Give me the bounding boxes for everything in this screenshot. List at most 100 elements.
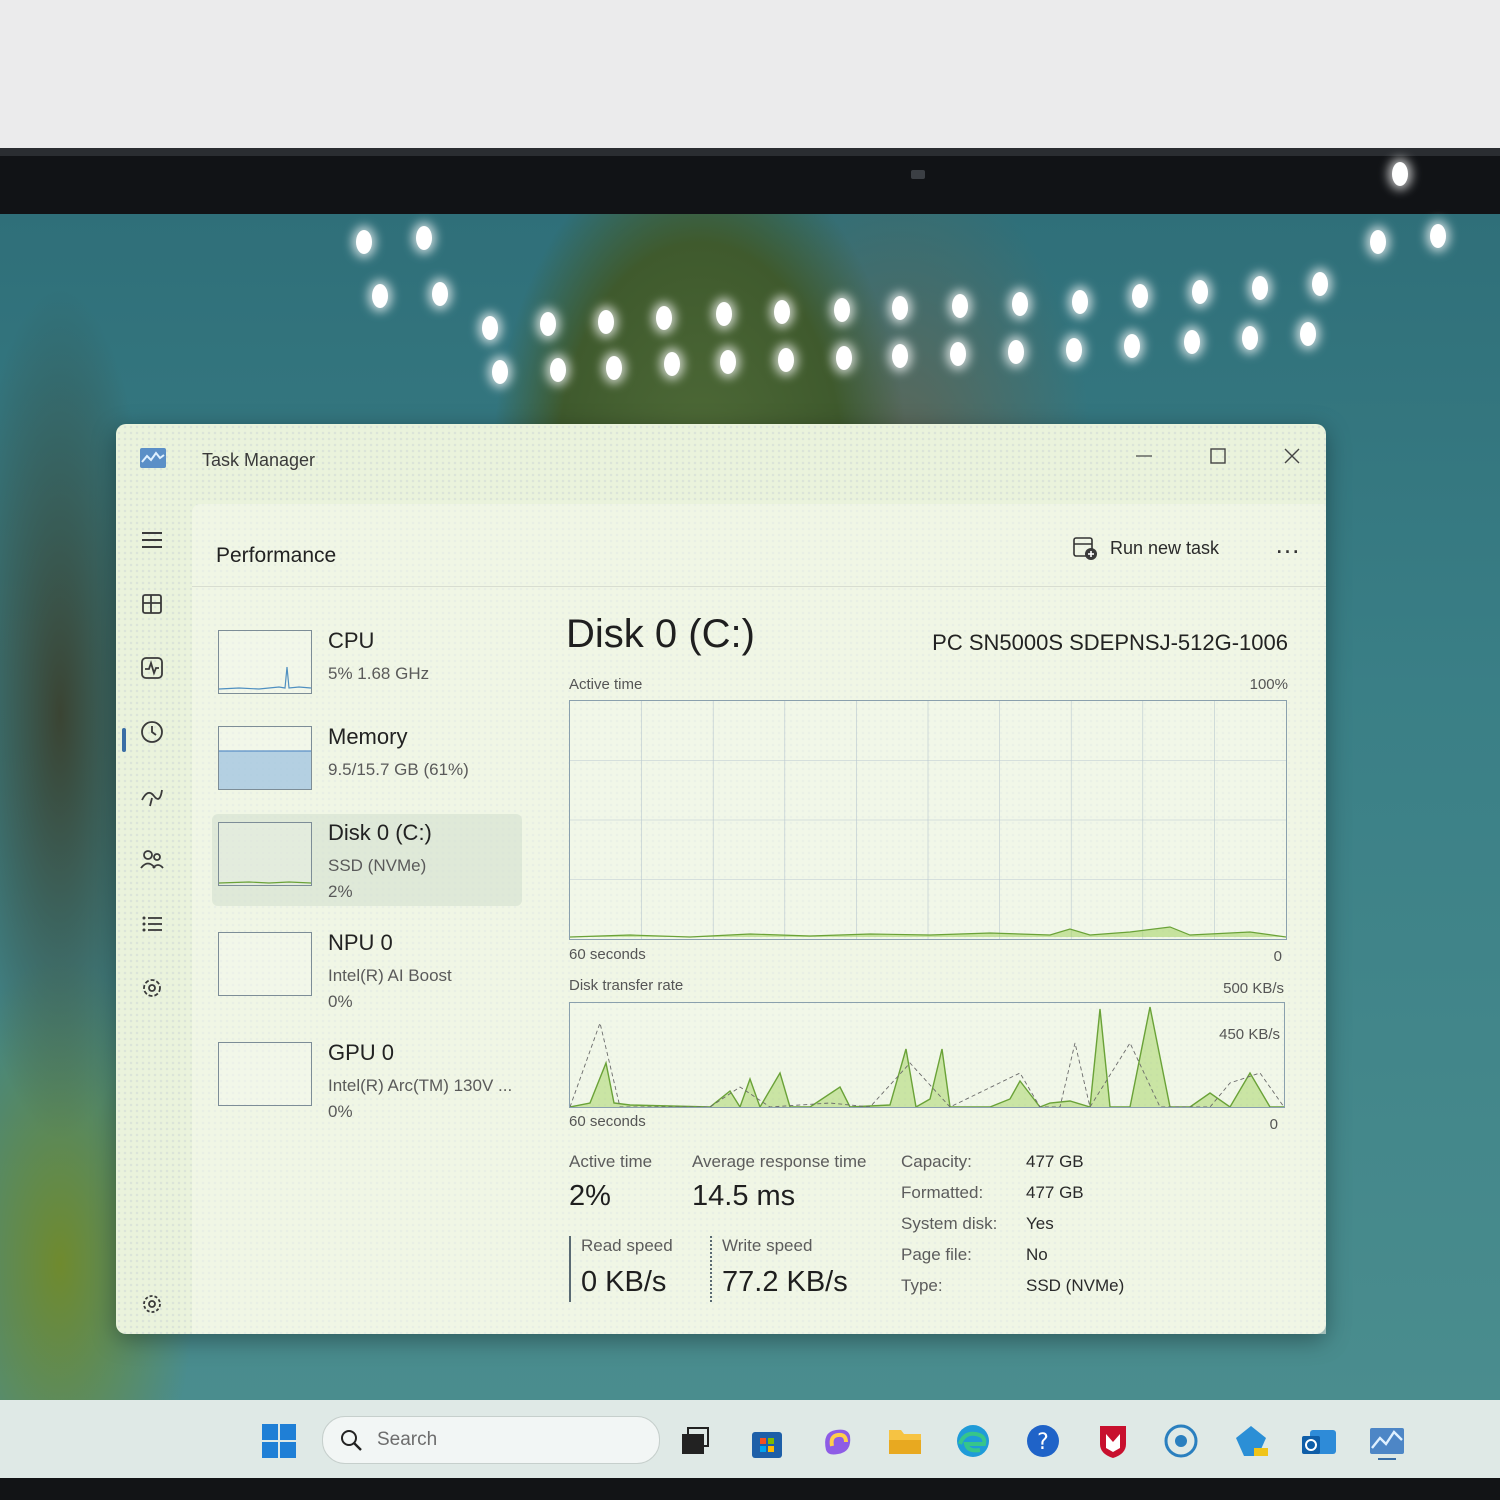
close-button[interactable] — [1272, 438, 1312, 474]
light-reflection — [606, 356, 622, 380]
resource-name: CPU — [328, 628, 375, 653]
services-icon[interactable] — [138, 974, 166, 1002]
resource-detail: Intel(R) AI Boost — [328, 966, 452, 985]
resource-usage: 0% — [328, 1102, 353, 1121]
light-reflection — [664, 352, 680, 376]
light-reflection — [1242, 326, 1258, 350]
light-reflection — [416, 226, 432, 250]
capacity-value: 477 GB — [1026, 1152, 1084, 1171]
light-reflection — [1012, 292, 1028, 316]
app-history-icon[interactable] — [138, 718, 166, 746]
light-reflection — [656, 306, 672, 330]
users-icon[interactable] — [138, 846, 166, 874]
transfer-graph-label: Disk transfer rate — [569, 977, 684, 994]
gpu-thumbnail-graph — [218, 1042, 312, 1106]
light-reflection — [1124, 334, 1140, 358]
app-pre-icon[interactable] — [1232, 1422, 1270, 1460]
file-explorer-icon[interactable] — [886, 1422, 924, 1460]
start-icon[interactable] — [260, 1422, 298, 1460]
avg-response-label: Average response time — [692, 1152, 867, 1171]
resource-item-npu[interactable]: NPU 0 Intel(R) AI Boost 0% — [212, 924, 522, 1016]
more-options-button[interactable]: ... — [1270, 531, 1306, 564]
active-time-graph-max: 100% — [1249, 676, 1288, 693]
light-reflection — [432, 282, 448, 306]
light-reflection — [1184, 330, 1200, 354]
store-icon[interactable] — [748, 1422, 786, 1460]
cpu-thumbnail-graph — [218, 630, 312, 694]
light-reflection — [720, 350, 736, 374]
resource-detail: 5% 1.68 GHz — [328, 664, 430, 683]
write-speed-legend-line — [710, 1236, 712, 1302]
task-manager-icon[interactable] — [1368, 1422, 1406, 1460]
monitor-bezel-bottom — [0, 1478, 1500, 1500]
light-reflection — [1072, 290, 1088, 314]
light-reflection — [952, 294, 968, 318]
avg-response-value: 14.5 ms — [692, 1180, 796, 1212]
edge-icon[interactable] — [954, 1422, 992, 1460]
task-manager-app-icon — [140, 448, 166, 468]
maximize-button[interactable] — [1198, 438, 1238, 474]
search-icon — [341, 1430, 362, 1451]
transfer-graph-span: 60 seconds — [569, 1113, 646, 1130]
detail-title: Disk 0 (C:) — [566, 612, 755, 656]
taskbar-search[interactable]: Search — [322, 1416, 660, 1464]
mcafee-icon[interactable] — [1094, 1422, 1132, 1460]
resource-name: Memory — [328, 724, 408, 749]
details-icon[interactable] — [138, 910, 166, 938]
resource-item-gpu[interactable]: GPU 0 Intel(R) Arc(TM) 130V ... 0% — [212, 1034, 522, 1126]
write-speed-value: 77.2 KB/s — [722, 1266, 848, 1298]
light-reflection — [774, 300, 790, 324]
task-manager-window: Task Manager Performance Run new task ..… — [116, 424, 1326, 1334]
active-time-graph-min: 0 — [1273, 948, 1282, 965]
monitor-bezel-top — [0, 148, 1500, 214]
disk-thumbnail-graph — [218, 822, 312, 886]
minimize-button[interactable] — [1124, 438, 1164, 474]
type-value: SSD (NVMe) — [1026, 1276, 1125, 1295]
page-file-value: No — [1026, 1245, 1048, 1264]
page-title: Performance — [216, 544, 337, 567]
processes-icon[interactable] — [138, 590, 166, 618]
light-reflection — [482, 316, 498, 340]
resource-item-cpu[interactable]: CPU 5% 1.68 GHz — [212, 622, 522, 714]
light-reflection — [1392, 162, 1408, 186]
transfer-graph-min: 0 — [1269, 1116, 1278, 1133]
outlook-icon[interactable] — [1300, 1422, 1338, 1460]
active-time-graph — [569, 700, 1287, 940]
system-disk-label: System disk: — [901, 1214, 998, 1233]
resource-usage: 2% — [328, 882, 353, 901]
light-reflection — [356, 230, 372, 254]
bezel-edge — [0, 148, 1500, 156]
light-reflection — [834, 298, 850, 322]
run-new-task-label: Run new task — [1110, 537, 1220, 558]
light-reflection — [372, 284, 388, 308]
memory-thumbnail-graph — [218, 726, 312, 790]
resource-detail: 9.5/15.7 GB (61%) — [328, 760, 469, 779]
hamburger-menu-icon[interactable] — [138, 526, 166, 554]
help-icon[interactable]: ? — [1024, 1422, 1062, 1460]
type-label: Type: — [901, 1276, 943, 1295]
title-bar[interactable]: Task Manager — [116, 424, 1326, 496]
startup-apps-icon[interactable] — [138, 782, 166, 810]
resource-name: Disk 0 (C:) — [328, 820, 432, 845]
task-view-icon[interactable] — [676, 1422, 714, 1460]
active-time-label: Active time — [569, 1152, 653, 1171]
light-reflection — [1008, 340, 1024, 364]
resource-item-disk[interactable]: Disk 0 (C:) SSD (NVMe) 2% — [212, 814, 522, 906]
performance-icon[interactable] — [138, 654, 166, 682]
resource-detail: Intel(R) Arc(TM) 130V ... — [328, 1076, 513, 1095]
transfer-graph-max: 500 KB/s — [1223, 980, 1284, 997]
light-reflection — [1430, 224, 1446, 248]
resource-usage: 0% — [328, 992, 353, 1011]
settings-icon[interactable] — [138, 1290, 166, 1318]
app-beta-icon[interactable] — [1162, 1422, 1200, 1460]
light-reflection — [778, 348, 794, 372]
active-time-value: 2% — [569, 1180, 611, 1212]
light-reflection — [1192, 280, 1208, 304]
copilot-icon[interactable] — [818, 1422, 856, 1460]
search-placeholder: Search — [377, 1429, 438, 1450]
run-new-task-button[interactable]: Run new task — [1072, 530, 1219, 566]
resource-item-memory[interactable]: Memory 9.5/15.7 GB (61%) — [212, 718, 522, 810]
transfer-rate-graph — [569, 1002, 1285, 1108]
write-speed-label: Write speed — [722, 1236, 813, 1255]
resource-name: GPU 0 — [328, 1040, 395, 1065]
